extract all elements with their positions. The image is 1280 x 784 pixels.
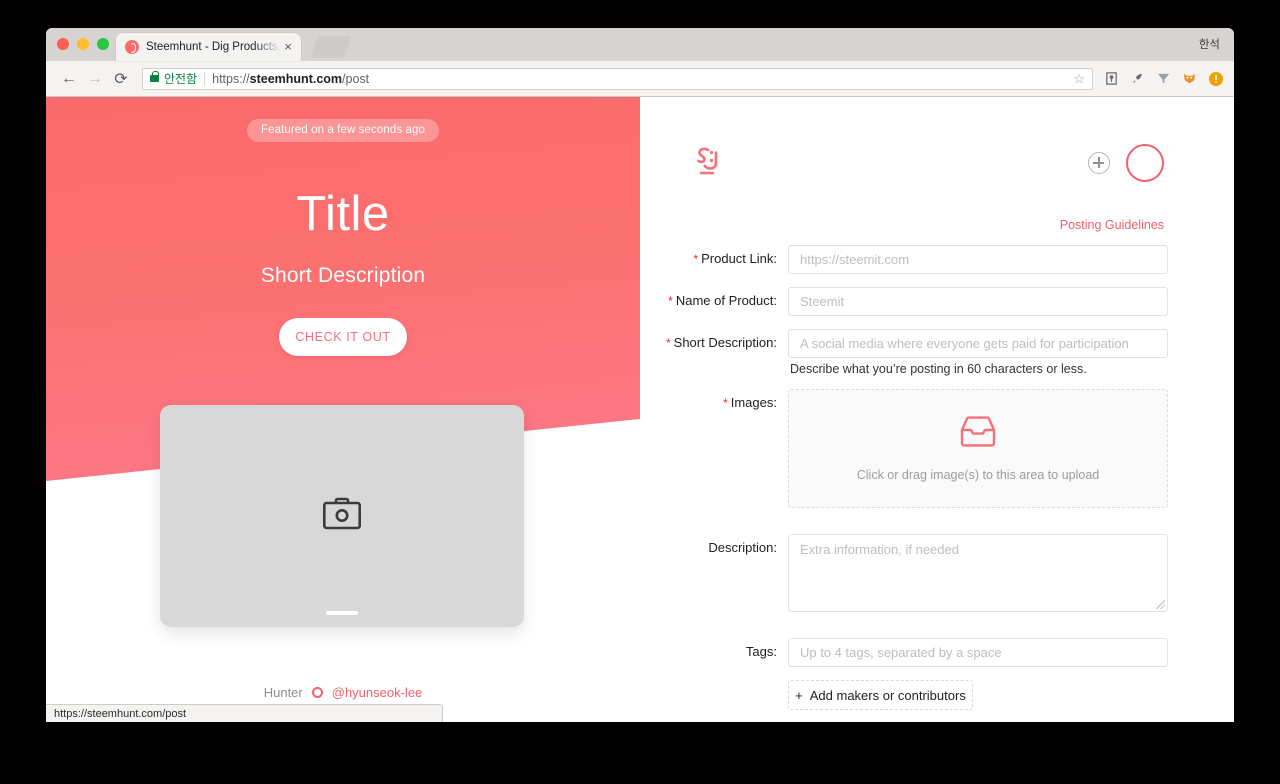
reload-icon[interactable]: ⟳ bbox=[108, 66, 134, 92]
post-form-panel: Posting Guidelines * Product Link: https:… bbox=[640, 97, 1234, 722]
description-placeholder: Extra information, if needed bbox=[800, 542, 959, 557]
posting-guidelines-link[interactable]: Posting Guidelines bbox=[640, 184, 1168, 232]
browser-window: Steemhunt - Dig Products, Ear × 한석 ← → ⟳… bbox=[46, 28, 1234, 722]
product-link-input[interactable]: https://steemit.com bbox=[788, 245, 1168, 274]
back-icon[interactable]: ← bbox=[56, 66, 82, 92]
browser-toolbar: ← → ⟳ 안전함 https:// steemhunt.com /post ☆ bbox=[46, 61, 1234, 97]
preview-subtitle: Short Description bbox=[260, 264, 426, 287]
check-it-out-button[interactable]: CHECK IT OUT bbox=[279, 318, 407, 356]
required-asterisk: * bbox=[665, 336, 671, 350]
name-of-product-input[interactable]: Steemit bbox=[788, 287, 1168, 316]
fox-icon[interactable] bbox=[1181, 70, 1198, 87]
user-avatar[interactable] bbox=[1126, 144, 1164, 182]
textarea-resize-handle[interactable] bbox=[1156, 600, 1165, 609]
url-path: /post bbox=[342, 71, 370, 86]
forward-icon[interactable]: → bbox=[82, 66, 108, 92]
label-images: * Images: bbox=[723, 395, 777, 410]
device-home-indicator bbox=[326, 611, 358, 615]
add-makers-button[interactable]: + Add makers or contributors bbox=[788, 680, 973, 710]
shield-icon[interactable] bbox=[1103, 70, 1120, 87]
hunter-label: Hunter bbox=[263, 685, 303, 700]
site-header bbox=[640, 97, 1168, 184]
required-asterisk: * bbox=[693, 252, 699, 266]
short-description-input[interactable]: A social media where everyone gets paid … bbox=[788, 329, 1168, 358]
field-tags: Tags: Up to 4 tags, separated by a space bbox=[640, 638, 1168, 667]
tab-strip: Steemhunt - Dig Products, Ear × 한석 bbox=[46, 28, 1234, 61]
post-preview-panel: Featured on a few seconds ago Title Shor… bbox=[46, 97, 640, 722]
close-tab-icon[interactable]: × bbox=[281, 40, 295, 54]
label-short-description: * Short Description: bbox=[665, 335, 777, 350]
plus-icon: + bbox=[795, 687, 803, 703]
label-tags: Tags: bbox=[745, 644, 777, 659]
close-window-button[interactable] bbox=[57, 38, 69, 50]
secure-label: 안전함 bbox=[164, 72, 198, 86]
tab-title: Steemhunt - Dig Products, Ear bbox=[146, 41, 281, 53]
url-scheme: https:// bbox=[212, 71, 250, 86]
label-product-link: * Product Link: bbox=[693, 251, 777, 266]
camera-icon bbox=[322, 497, 362, 535]
page-viewport: Featured on a few seconds ago Title Shor… bbox=[46, 97, 1234, 722]
steem-ring-icon bbox=[311, 687, 323, 698]
steemhunt-logo-icon[interactable] bbox=[690, 142, 730, 184]
featured-badge: Featured on a few seconds ago bbox=[246, 119, 439, 142]
short-description-hint: Describe what you’re posting in 60 chara… bbox=[790, 362, 1087, 376]
image-placeholder-card bbox=[160, 405, 524, 627]
alert-icon[interactable] bbox=[1207, 70, 1224, 87]
zoom-window-button[interactable] bbox=[97, 38, 109, 50]
minimize-window-button[interactable] bbox=[77, 38, 89, 50]
funnel-icon[interactable] bbox=[1155, 70, 1172, 87]
field-images: * Images: Click or drag image(s) to this … bbox=[640, 389, 1168, 508]
url-host: steemhunt.com bbox=[249, 71, 343, 86]
dropzone-label: Click or drag image(s) to this area to u… bbox=[856, 467, 1100, 482]
new-post-icon[interactable] bbox=[1088, 152, 1110, 174]
hunter-username[interactable]: @hyunseok-lee bbox=[332, 685, 423, 700]
required-asterisk: * bbox=[723, 396, 728, 410]
field-description: Description: Extra information, if neede… bbox=[640, 534, 1168, 612]
steemhunt-favicon bbox=[125, 40, 139, 54]
header-actions bbox=[1088, 144, 1164, 182]
hero-content: Featured on a few seconds ago Title Shor… bbox=[46, 97, 640, 356]
bookmark-star-icon[interactable]: ☆ bbox=[1073, 71, 1085, 87]
field-name-of-product: * Name of Product: Steemit bbox=[640, 287, 1168, 316]
field-product-link: * Product Link: https://steemit.com bbox=[640, 245, 1168, 274]
inbox-icon bbox=[960, 415, 996, 453]
extension-icons bbox=[1099, 70, 1224, 87]
add-makers-label: Add makers or contributors bbox=[809, 687, 966, 703]
field-short-description: * Short Description: A social media where… bbox=[640, 329, 1168, 376]
image-upload-dropzone[interactable]: Click or drag image(s) to this area to u… bbox=[788, 389, 1168, 508]
required-asterisk: * bbox=[668, 294, 673, 308]
preview-title: Title bbox=[296, 187, 390, 241]
label-name-of-product: * Name of Product: bbox=[668, 293, 777, 308]
hunter-credit: Hunter @hyunseok-lee bbox=[46, 685, 640, 700]
description-textarea[interactable]: Extra information, if needed bbox=[788, 534, 1168, 612]
label-description: Description: bbox=[708, 540, 777, 555]
lock-icon bbox=[150, 71, 159, 82]
tags-input[interactable]: Up to 4 tags, separated by a space bbox=[788, 638, 1168, 667]
language-indicator[interactable]: 한석 bbox=[1199, 36, 1220, 52]
status-bar: https://steemhunt.com/post bbox=[46, 704, 443, 722]
new-tab-button[interactable] bbox=[310, 36, 352, 58]
address-bar[interactable]: 안전함 https:// steemhunt.com /post ☆ bbox=[142, 67, 1093, 90]
browser-tab[interactable]: Steemhunt - Dig Products, Ear × bbox=[116, 33, 301, 61]
rocket-icon[interactable] bbox=[1129, 70, 1146, 87]
window-controls[interactable] bbox=[57, 38, 109, 50]
divider bbox=[204, 71, 206, 86]
